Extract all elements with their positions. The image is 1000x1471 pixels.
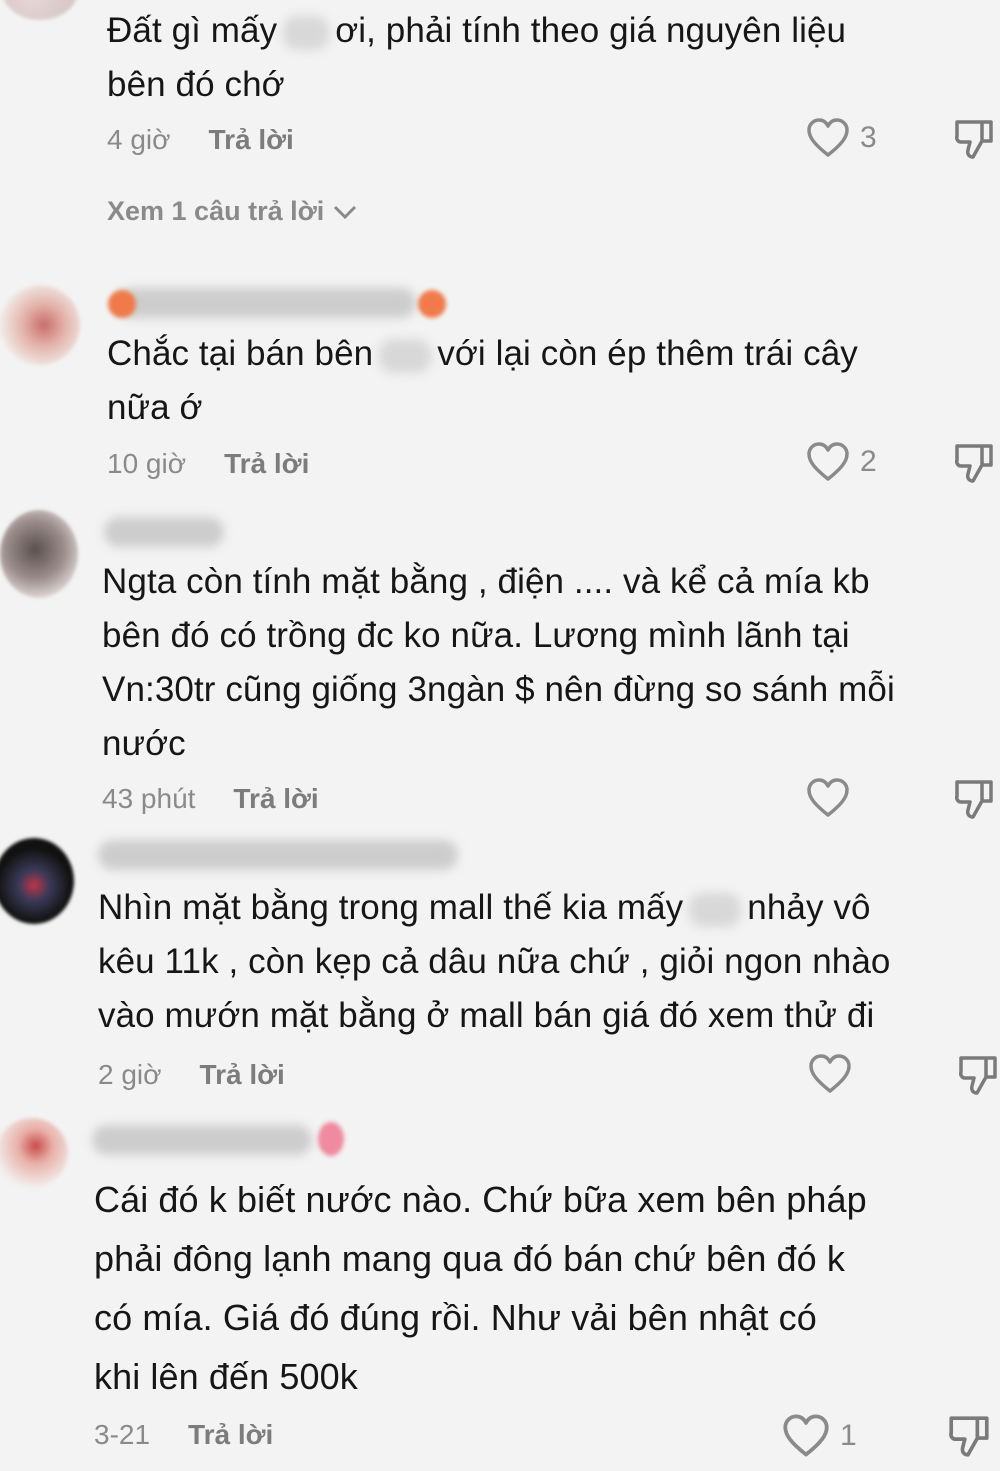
username[interactable] — [104, 517, 224, 547]
comment-time: 43 phút — [102, 783, 196, 814]
comment-text-part: Chắc tại bán bên — [107, 334, 374, 373]
reply-button[interactable]: Trả lời — [224, 448, 309, 479]
heart-outline-icon — [809, 1054, 851, 1093]
username-emoji — [418, 290, 446, 318]
avatar[interactable] — [0, 285, 80, 365]
thumbs-down-outline-icon — [949, 1416, 989, 1457]
username-emoji — [108, 290, 136, 318]
heart-outline-icon — [807, 442, 849, 481]
comment-text-line: Cái đó k biết nước nào. Chứ bữa xem bên … — [94, 1179, 867, 1220]
dislike-button[interactable] — [952, 777, 996, 821]
censored-word — [283, 15, 330, 50]
heart-outline-icon — [807, 778, 849, 817]
comment-text-line: bên đó có trồng đc ko nữa. Lương mình lã… — [102, 616, 850, 655]
comment-meta: 43 phút Trả lời — [102, 783, 319, 815]
username[interactable] — [98, 840, 458, 870]
heart-outline-icon — [807, 118, 849, 157]
comment-text-part: với lại còn ép thêm trái cây — [437, 334, 858, 373]
comment-text-line: phải đông lạnh mang qua đó bán chứ bên đ… — [94, 1238, 845, 1279]
dislike-button[interactable] — [946, 1413, 992, 1459]
username[interactable] — [116, 288, 416, 318]
comment-text-line: khi lên đến 500k — [94, 1356, 358, 1397]
comment-text-part: nhảy vô — [747, 888, 871, 927]
like-button[interactable]: 2 — [806, 441, 877, 483]
comment-text-part: Đất gì mấy — [107, 11, 278, 50]
thumbs-down-outline-icon — [955, 780, 993, 819]
username[interactable] — [92, 1125, 312, 1155]
comment-text-line: kêu 11k , còn kẹp cả dâu nữa chứ , giỏi … — [98, 942, 891, 981]
comment-meta: 2 giờ Trả lời — [98, 1059, 285, 1091]
censored-word — [689, 892, 742, 927]
like-count: 1 — [840, 1419, 857, 1452]
reply-button[interactable]: Trả lời — [233, 783, 318, 814]
comment-meta: 4 giờ Trả lời — [107, 124, 294, 156]
like-count: 3 — [860, 121, 877, 154]
comment-time: 3-21 — [94, 1419, 151, 1450]
comment-text: Cái đó k biết nước nào. Chứ bữa xem bên … — [94, 1170, 867, 1406]
avatar[interactable] — [0, 838, 74, 924]
comment-text: Ngta còn tính mặt bằng , điện .... và kể… — [102, 555, 895, 771]
thumbs-down-outline-icon — [955, 444, 993, 483]
comment-text-line: có mía. Giá đó đúng rồi. Như vải bên nhậ… — [94, 1297, 817, 1338]
chevron-down-icon — [334, 205, 357, 219]
comment-text-part: Nhìn mặt bằng trong mall thế kia mấy — [98, 888, 684, 927]
username-emoji — [318, 1122, 344, 1156]
comment-text-part: bên đó chớ — [107, 65, 285, 104]
view-replies-label: Xem 1 câu trả lời — [107, 196, 325, 226]
comment-time: 2 giờ — [98, 1059, 162, 1090]
dislike-button[interactable] — [956, 1053, 1000, 1097]
like-count: 2 — [860, 445, 877, 478]
avatar[interactable] — [0, 1118, 68, 1188]
dislike-button[interactable] — [952, 441, 996, 485]
comment-time: 10 giờ — [107, 448, 187, 479]
reply-button[interactable]: Trả lời — [188, 1419, 273, 1450]
comment-text-line: Ngta còn tính mặt bằng , điện .... và kể… — [102, 562, 870, 601]
like-button[interactable] — [808, 1053, 852, 1095]
censored-word — [379, 338, 432, 373]
reply-button[interactable]: Trả lời — [200, 1059, 285, 1090]
comment-text: Đất gì mấy ơi, phải tính theo giá nguyên … — [107, 4, 846, 112]
comment-meta: 3-21 Trả lời — [94, 1419, 273, 1451]
comment-text-line: vào mướn mặt bằng ở mall bán giá đó xem … — [98, 996, 875, 1035]
thumbs-down-outline-icon — [959, 1056, 997, 1095]
comment-meta: 10 giờ Trả lời — [107, 448, 309, 480]
comment-text: Nhìn mặt bằng trong mall thế kia mấy nhảy… — [98, 881, 891, 1043]
view-replies-button[interactable]: Xem 1 câu trả lời — [107, 196, 358, 227]
dislike-button[interactable] — [952, 117, 996, 161]
comment-text-part: ơi, phải tính theo giá nguyên liệu — [335, 11, 847, 50]
thumbs-down-outline-icon — [955, 120, 993, 159]
like-button[interactable]: 1 — [782, 1413, 857, 1459]
comment-text: Chắc tại bán bên với lại còn ép thêm trái… — [107, 327, 858, 435]
reply-button[interactable]: Trả lời — [209, 124, 294, 155]
comment-text-line: Vn:30tr cũng giống 3ngàn $ nên đừng so s… — [102, 670, 895, 709]
like-button[interactable] — [806, 777, 850, 819]
comment-text-part: nữa ớ — [107, 388, 203, 427]
avatar[interactable] — [2, 0, 78, 20]
heart-outline-icon — [783, 1414, 829, 1457]
comment-time: 4 giờ — [107, 124, 171, 155]
avatar[interactable] — [0, 510, 78, 598]
like-button[interactable]: 3 — [806, 117, 877, 159]
comment-text-line: nước — [102, 724, 186, 763]
